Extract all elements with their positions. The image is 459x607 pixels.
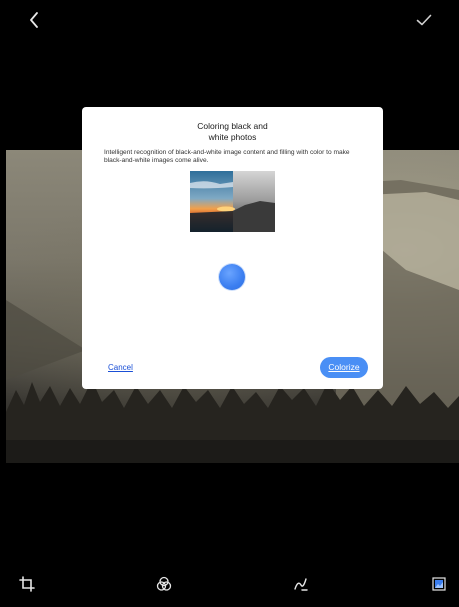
bottom-toolbar bbox=[0, 565, 459, 607]
filter-button[interactable] bbox=[153, 573, 175, 595]
colorize-button[interactable]: Colorize bbox=[320, 357, 368, 378]
draw-button[interactable] bbox=[290, 573, 312, 595]
top-bar bbox=[0, 0, 459, 40]
crop-button[interactable] bbox=[16, 573, 38, 595]
image-icon bbox=[432, 577, 446, 591]
loading-indicator bbox=[219, 264, 245, 290]
dialog-title: Coloring black and white photos bbox=[82, 121, 383, 143]
colorize-dialog: Coloring black and white photos Intellig… bbox=[82, 107, 383, 389]
before-after-preview-image bbox=[190, 171, 275, 232]
chevron-left-icon bbox=[30, 12, 38, 28]
draw-icon bbox=[294, 578, 308, 591]
cancel-button[interactable]: Cancel bbox=[108, 363, 133, 372]
crop-icon bbox=[19, 576, 35, 592]
checkmark-icon bbox=[416, 14, 432, 26]
confirm-button[interactable] bbox=[411, 8, 437, 32]
dialog-title-line1: Coloring black and bbox=[197, 121, 268, 131]
dialog-title-line2: white photos bbox=[208, 132, 257, 142]
image-button[interactable] bbox=[428, 573, 450, 595]
back-button[interactable] bbox=[21, 8, 47, 32]
dialog-description: Intelligent recognition of black-and-whi… bbox=[104, 149, 350, 165]
filter-circles-icon bbox=[156, 576, 172, 591]
